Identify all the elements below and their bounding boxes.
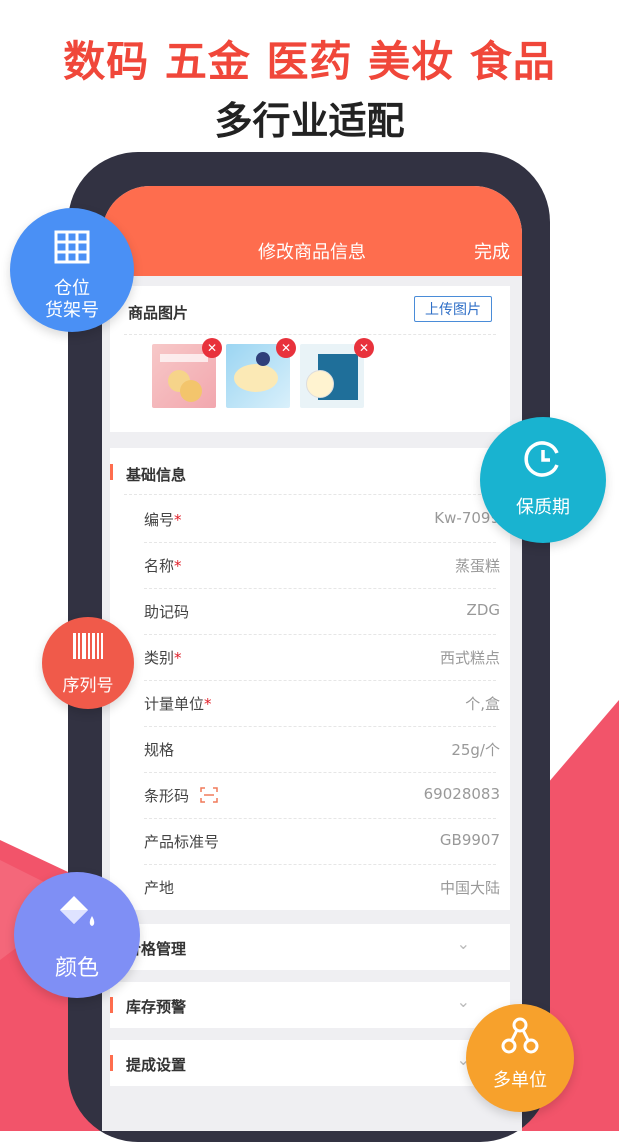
section-accent xyxy=(110,997,113,1013)
badge-label: 保质期 xyxy=(516,497,570,518)
paint-bucket-icon xyxy=(60,896,95,926)
section-title: 基础信息 xyxy=(126,466,187,484)
required-mark: * xyxy=(174,649,182,667)
field-value: 中国大陆 xyxy=(439,879,500,897)
field-label: 类别 xyxy=(144,649,175,667)
field-value: 25g/个 xyxy=(451,741,500,759)
upload-image-button[interactable]: 上传图片 xyxy=(414,296,492,322)
headline-word: 美妆 xyxy=(368,37,455,86)
barcode-icon xyxy=(73,633,103,659)
stock-alert-section[interactable]: 库存预警 ⌄ xyxy=(110,982,510,1028)
field-row-spec[interactable]: 规格 25g/个 xyxy=(144,726,500,773)
section-title: 提成设置 xyxy=(126,1056,187,1074)
shelf-icon xyxy=(54,230,90,264)
phone-screen: 修改商品信息 完成 商品图片 上传图片 ✕ ✕ ✕ 基础信息 编号* Kw-70… xyxy=(102,186,522,1131)
commission-section[interactable]: 提成设置 ⌄ xyxy=(110,1040,510,1086)
nodes-icon xyxy=(501,1017,539,1054)
field-row-category[interactable]: 类别* 西式糕点 xyxy=(144,634,500,681)
location-badge: 仓位 货架号 xyxy=(10,208,134,332)
field-value: 69028083 xyxy=(423,785,500,803)
field-value: ZDG xyxy=(466,601,500,619)
field-value: 个,盒 xyxy=(465,695,500,713)
remove-image-icon[interactable]: ✕ xyxy=(354,338,374,358)
nav-bar: 修改商品信息 完成 xyxy=(102,186,522,276)
field-value: 蒸蛋糕 xyxy=(454,557,500,575)
field-label: 规格 xyxy=(144,741,175,759)
color-badge: 颜色 xyxy=(14,872,140,998)
required-mark: * xyxy=(174,557,182,575)
badge-label: 序列号 xyxy=(62,676,114,696)
chevron-down-icon: ⌄ xyxy=(456,934,470,953)
serial-badge: 序列号 xyxy=(42,617,134,709)
section-accent xyxy=(110,464,113,480)
field-label: 条形码 xyxy=(144,787,190,805)
chevron-down-icon: ⌄ xyxy=(456,992,470,1011)
required-mark: * xyxy=(204,695,212,713)
headline: 数码 五金 医药 美妆 食品 xyxy=(0,28,619,89)
shelf-life-badge: 保质期 xyxy=(480,417,606,543)
divider xyxy=(124,334,496,335)
field-label: 产品标准号 xyxy=(144,833,220,851)
badge-label: 货架号 xyxy=(45,300,99,321)
field-label: 计量单位 xyxy=(144,695,205,713)
scan-icon[interactable] xyxy=(200,787,218,803)
remove-image-icon[interactable]: ✕ xyxy=(276,338,296,358)
field-row-standard-no[interactable]: 产品标准号 GB9907 xyxy=(144,818,500,865)
headline-word: 五金 xyxy=(164,37,251,86)
clock-icon xyxy=(524,441,559,477)
field-row-unit[interactable]: 计量单位* 个,盒 xyxy=(144,680,500,727)
field-label: 助记码 xyxy=(144,603,190,621)
badge-label: 多单位 xyxy=(493,1070,547,1091)
field-row-origin[interactable]: 产地 中国大陆 xyxy=(144,864,500,910)
multi-unit-badge: 多单位 xyxy=(466,1004,574,1112)
field-label: 编号 xyxy=(144,511,175,529)
field-row-mnemonic[interactable]: 助记码 ZDG xyxy=(144,588,500,635)
done-button[interactable]: 完成 xyxy=(474,238,510,264)
badge-label: 颜色 xyxy=(54,956,99,981)
field-row-barcode[interactable]: 条形码 69028083 xyxy=(144,772,500,819)
field-value: 西式糕点 xyxy=(439,649,500,667)
product-image[interactable] xyxy=(300,344,364,408)
headline-word: 数码 xyxy=(63,37,150,86)
headline-word: 食品 xyxy=(469,37,556,86)
price-management-section[interactable]: 价格管理 ⌄ xyxy=(110,924,510,970)
field-label: 产地 xyxy=(144,879,175,897)
required-mark: * xyxy=(174,511,182,529)
section-accent xyxy=(110,1055,113,1071)
section-title: 库存预警 xyxy=(126,998,187,1016)
field-value: GB9907 xyxy=(439,831,500,849)
basic-info-card: 基础信息 编号* Kw-7099 名称* 蒸蛋糕 助记码 ZDG 类别* 西式糕… xyxy=(110,448,510,910)
field-label: 名称 xyxy=(144,557,175,575)
page-title: 修改商品信息 xyxy=(258,242,366,263)
field-row-code[interactable]: 编号* Kw-7099 xyxy=(144,496,500,543)
section-title: 商品图片 xyxy=(128,304,189,322)
subheadline: 多行业适配 xyxy=(214,99,405,143)
product-images-card: 商品图片 上传图片 ✕ ✕ ✕ xyxy=(110,286,510,432)
remove-image-icon[interactable]: ✕ xyxy=(202,338,222,358)
field-row-name[interactable]: 名称* 蒸蛋糕 xyxy=(144,542,500,589)
headline-word: 医药 xyxy=(266,37,353,86)
